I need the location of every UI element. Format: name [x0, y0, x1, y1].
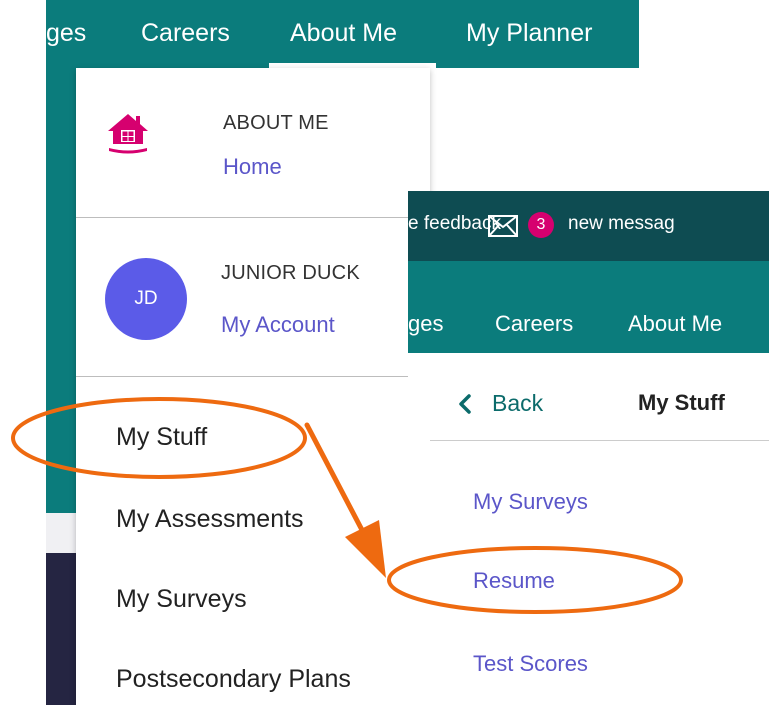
- user-name: JUNIOR DUCK: [221, 262, 360, 284]
- home-link[interactable]: Home: [223, 154, 282, 180]
- divider: [76, 376, 430, 377]
- background-dark-strip: [46, 553, 76, 705]
- chevron-left-icon[interactable]: [458, 394, 472, 419]
- background-teal-strip: [46, 68, 76, 513]
- menu-item-my-surveys[interactable]: My Surveys: [116, 585, 247, 614]
- divider: [430, 440, 769, 441]
- nav-item-careers[interactable]: Careers: [495, 311, 573, 337]
- my-stuff-screen: e feedback 3 new messag ges Careers Abou…: [408, 191, 769, 705]
- message-count-badge[interactable]: 3: [528, 212, 554, 238]
- divider: [76, 217, 430, 218]
- menu-item-my-stuff[interactable]: My Stuff: [116, 423, 207, 452]
- envelope-icon[interactable]: [488, 215, 518, 242]
- nav-item-pages[interactable]: ges: [408, 311, 443, 337]
- my-account-link[interactable]: My Account: [221, 312, 335, 338]
- menu-item-my-assessments[interactable]: My Assessments: [116, 505, 304, 534]
- top-nav-bar: ges Careers About Me My Planner: [46, 0, 639, 68]
- background-light-strip: [46, 513, 76, 553]
- list-item-test-scores[interactable]: Test Scores: [473, 651, 588, 677]
- list-item-my-surveys[interactable]: My Surveys: [473, 489, 588, 515]
- front-nav-bar: ges Careers About Me: [408, 261, 769, 353]
- about-me-header: ABOUT ME: [223, 112, 329, 134]
- nav-item-about-me[interactable]: About Me: [290, 0, 397, 68]
- avatar[interactable]: JD: [105, 258, 187, 340]
- utility-bar: e feedback 3 new messag: [408, 191, 769, 261]
- new-messages-link[interactable]: new messag: [568, 213, 675, 235]
- back-button[interactable]: Back: [492, 390, 543, 417]
- nav-item-my-planner[interactable]: My Planner: [466, 0, 592, 68]
- home-icon: [106, 110, 150, 159]
- nav-item-careers[interactable]: Careers: [141, 0, 230, 68]
- nav-item-pages[interactable]: ges: [46, 0, 86, 68]
- about-me-dropdown: ABOUT ME Home JD JUNIOR DUCK My Account …: [76, 68, 430, 705]
- list-item-resume[interactable]: Resume: [473, 568, 555, 594]
- menu-item-postsecondary-plans[interactable]: Postsecondary Plans: [116, 665, 351, 694]
- nav-item-about-me[interactable]: About Me: [628, 311, 722, 337]
- page-title: My Stuff: [638, 390, 725, 415]
